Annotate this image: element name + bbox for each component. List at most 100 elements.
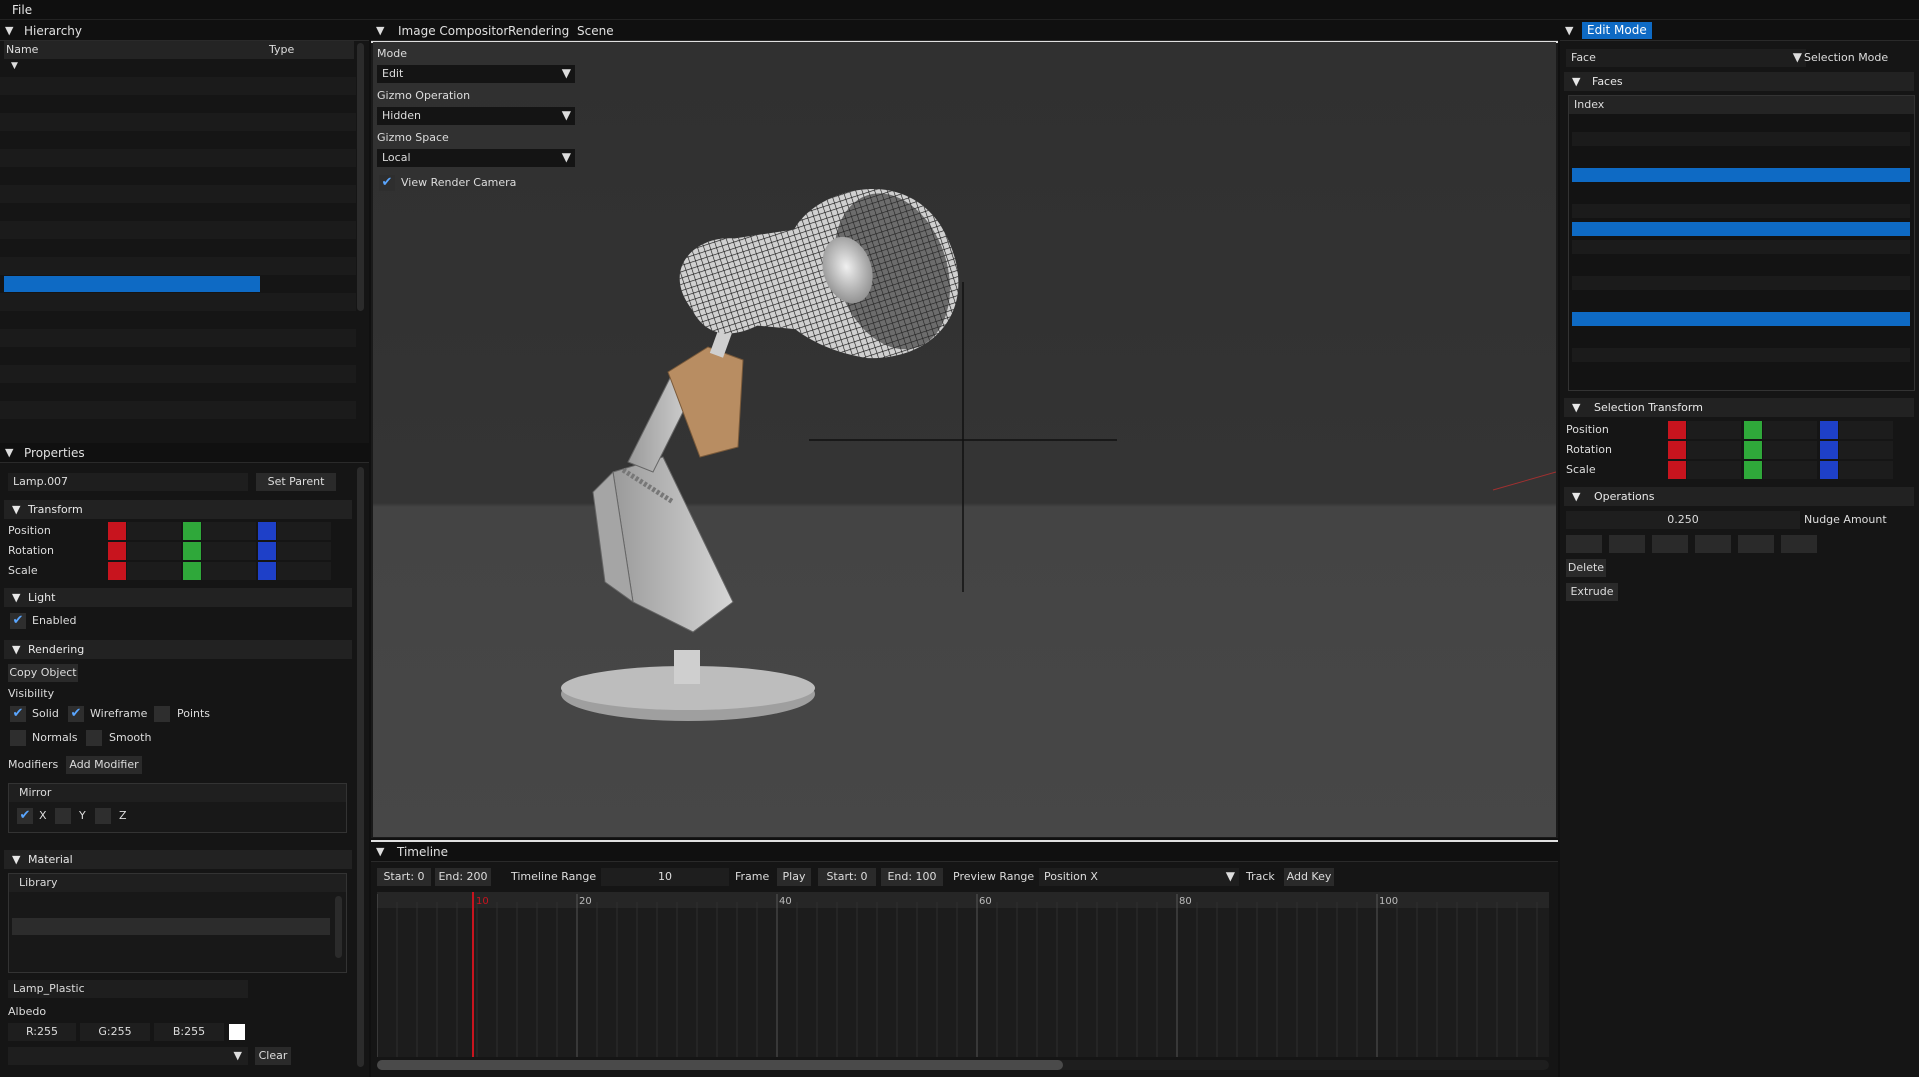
face-row[interactable] <box>1572 114 1910 128</box>
material-scrollbar[interactable] <box>335 896 342 958</box>
hierarchy-row[interactable] <box>0 383 356 401</box>
expand-icon[interactable]: ▼ <box>11 61 18 71</box>
hierarchy-row[interactable] <box>0 77 356 95</box>
collapse-icon[interactable]: ▼ <box>1565 24 1573 37</box>
material-name-field[interactable]: Lamp_Plastic <box>8 980 248 998</box>
rotation-y-field[interactable] <box>1763 441 1817 459</box>
points-checkbox[interactable] <box>154 706 170 722</box>
albedo-r-field[interactable]: R:255 <box>8 1023 76 1041</box>
frame-field[interactable]: 10 <box>601 868 729 886</box>
track-dropdown[interactable]: Position X ▼ <box>1039 868 1239 886</box>
column-type[interactable]: Type <box>269 43 294 56</box>
face-row[interactable] <box>1572 348 1910 362</box>
face-row[interactable] <box>1572 294 1910 308</box>
tab-rendering[interactable]: Rendering <box>508 24 569 38</box>
position-x-field[interactable] <box>1687 421 1741 439</box>
timeline-ruler[interactable] <box>377 892 1549 908</box>
material-list-item[interactable] <box>12 900 330 917</box>
preview-end-field[interactable]: End: 100 <box>881 868 943 886</box>
position-z-field[interactable] <box>277 522 331 540</box>
scale-z-field[interactable] <box>1839 461 1893 479</box>
face-row[interactable] <box>1572 330 1910 344</box>
extrude-button[interactable]: Extrude <box>1566 583 1618 601</box>
hierarchy-row[interactable] <box>0 113 356 131</box>
albedo-g-field[interactable]: G:255 <box>80 1023 150 1041</box>
albedo-b-field[interactable]: B:255 <box>154 1023 224 1041</box>
gizmo-operation-dropdown[interactable]: Hidden ▼ <box>377 107 575 125</box>
face-row[interactable] <box>1572 222 1910 236</box>
hierarchy-row[interactable] <box>0 401 356 419</box>
scale-y-field[interactable] <box>202 562 256 580</box>
solid-checkbox[interactable]: ✔ <box>10 706 26 722</box>
face-row[interactable] <box>1572 132 1910 146</box>
mirror-x-checkbox[interactable]: ✔ <box>17 808 33 824</box>
normals-checkbox[interactable] <box>10 730 26 746</box>
face-row[interactable] <box>1572 312 1910 326</box>
tab-scene[interactable]: Scene <box>577 24 614 38</box>
texture-dropdown[interactable]: ▼ <box>8 1047 248 1065</box>
preview-start-field[interactable]: Start: 0 <box>818 868 876 886</box>
rotation-x-field[interactable] <box>1687 441 1741 459</box>
selection-mode-dropdown[interactable]: Face ▼ <box>1566 49 1806 67</box>
collapse-icon[interactable]: ▼ <box>376 845 384 858</box>
mode-dropdown[interactable]: Edit ▼ <box>377 65 575 83</box>
nudge-zminus-button[interactable] <box>1781 535 1817 553</box>
face-row[interactable] <box>1572 276 1910 290</box>
nudge-yplus-button[interactable] <box>1652 535 1688 553</box>
material-section[interactable]: ▼ Material <box>4 850 352 869</box>
mirror-y-checkbox[interactable] <box>55 808 71 824</box>
material-list-item[interactable] <box>12 936 330 953</box>
enabled-checkbox[interactable]: ✔ <box>10 613 26 629</box>
face-row[interactable] <box>1572 150 1910 164</box>
file-menu[interactable]: File <box>12 3 32 17</box>
scale-x-field[interactable] <box>127 562 181 580</box>
nudge-amount-field[interactable]: 0.250 <box>1566 511 1800 529</box>
hierarchy-row[interactable] <box>0 347 356 365</box>
face-row[interactable] <box>1572 204 1910 218</box>
hierarchy-row[interactable] <box>0 329 356 347</box>
object-name-field[interactable]: Lamp.007 <box>8 473 248 491</box>
rotation-x-field[interactable] <box>127 542 181 560</box>
hierarchy-scrollbar[interactable] <box>357 43 364 311</box>
selection-transform-section[interactable]: ▼ Selection Transform <box>1564 398 1914 417</box>
copy-object-button[interactable]: Copy Object <box>8 664 78 682</box>
wireframe-checkbox[interactable]: ✔ <box>68 706 84 722</box>
column-name[interactable]: Name <box>6 43 38 56</box>
collapse-icon[interactable]: ▼ <box>5 24 13 37</box>
timeline-end-field[interactable]: End: 200 <box>435 868 491 886</box>
hierarchy-row[interactable] <box>0 419 356 437</box>
scale-x-field[interactable] <box>1687 461 1741 479</box>
hierarchy-row[interactable] <box>0 167 356 185</box>
hierarchy-row[interactable] <box>0 149 356 167</box>
collapse-icon[interactable]: ▼ <box>376 24 384 37</box>
hierarchy-row[interactable] <box>0 275 356 293</box>
face-row[interactable] <box>1572 186 1910 200</box>
light-section[interactable]: ▼ Light <box>4 588 352 607</box>
gizmo-space-dropdown[interactable]: Local ▼ <box>377 149 575 167</box>
rotation-z-field[interactable] <box>1839 441 1893 459</box>
clear-button[interactable]: Clear <box>255 1047 291 1065</box>
albedo-color-swatch[interactable] <box>229 1024 245 1040</box>
hierarchy-row[interactable] <box>0 203 356 221</box>
transform-section[interactable]: ▼ Transform <box>4 500 352 519</box>
scale-z-field[interactable] <box>277 562 331 580</box>
position-y-field[interactable] <box>202 522 256 540</box>
nudge-zplus-button[interactable] <box>1738 535 1774 553</box>
collapse-icon[interactable]: ▼ <box>5 446 13 459</box>
hierarchy-row[interactable] <box>0 365 356 383</box>
hierarchy-row[interactable] <box>0 311 356 329</box>
timeline-scrollbar[interactable] <box>377 1060 1063 1070</box>
hierarchy-row[interactable] <box>0 185 356 203</box>
material-list-item[interactable] <box>12 954 330 971</box>
timeline-start-field[interactable]: Start: 0 <box>377 868 431 886</box>
faces-section[interactable]: ▼ Faces <box>1564 72 1914 91</box>
face-row[interactable] <box>1572 168 1910 182</box>
smooth-checkbox[interactable] <box>86 730 102 746</box>
nudge-xplus-button[interactable] <box>1566 535 1602 553</box>
mirror-z-checkbox[interactable] <box>95 808 111 824</box>
timeline-track-area[interactable]: 10 20 40 60 80 100 <box>377 892 1549 1057</box>
scale-y-field[interactable] <box>1763 461 1817 479</box>
add-key-button[interactable]: Add Key <box>1284 868 1334 886</box>
hierarchy-row[interactable]: ▼ <box>0 59 356 77</box>
position-x-field[interactable] <box>127 522 181 540</box>
